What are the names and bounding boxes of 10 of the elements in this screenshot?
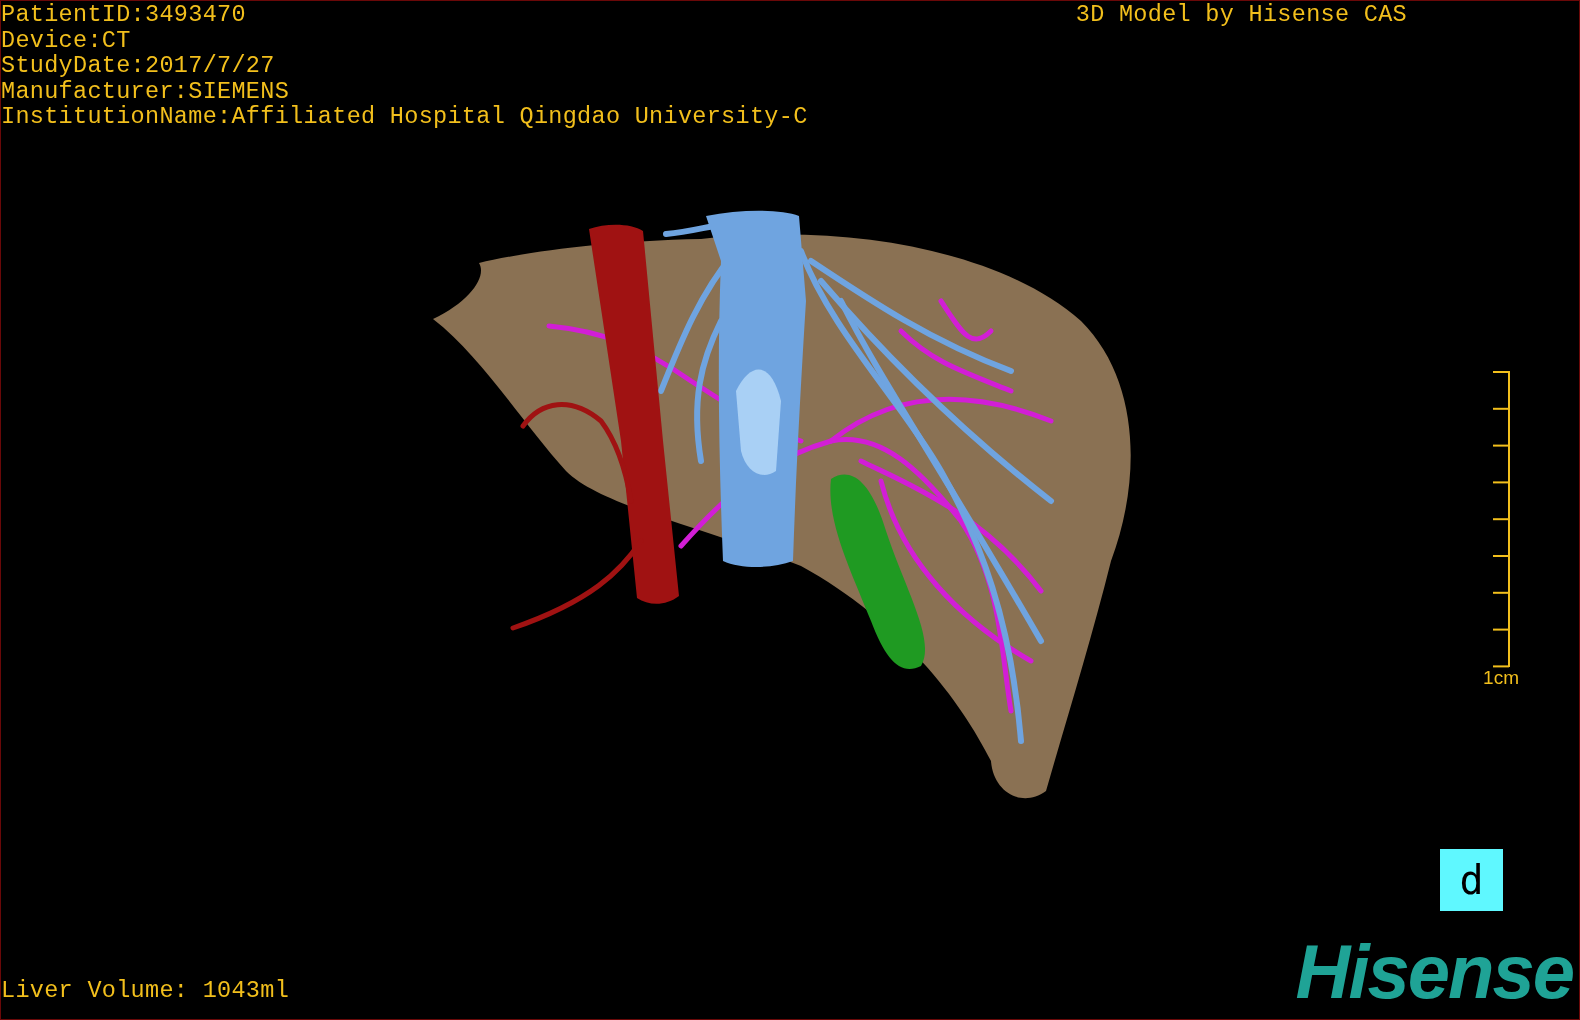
viewer-title: 3D Model by Hisense CAS xyxy=(1075,2,1407,28)
patient-info-text: StudyDate:2017/7/27 xyxy=(1,53,276,79)
patient-info-text: InstitutionName:Affiliated Hospital Qingdao University-C xyxy=(1,104,808,130)
scale-label: 1cm xyxy=(1483,667,1519,688)
patient-info-text: Manufacturer:SIEMENS xyxy=(1,78,291,104)
liver-volume-text: Liver Volume: 1043ml xyxy=(1,977,290,1003)
logo: Hisense xyxy=(1295,939,1573,1005)
patient-info-text: Device:CT xyxy=(1,27,132,53)
orientation-marker[interactable]: d xyxy=(1440,849,1503,911)
patient-info-text: PatientID:3493470 xyxy=(1,2,247,28)
